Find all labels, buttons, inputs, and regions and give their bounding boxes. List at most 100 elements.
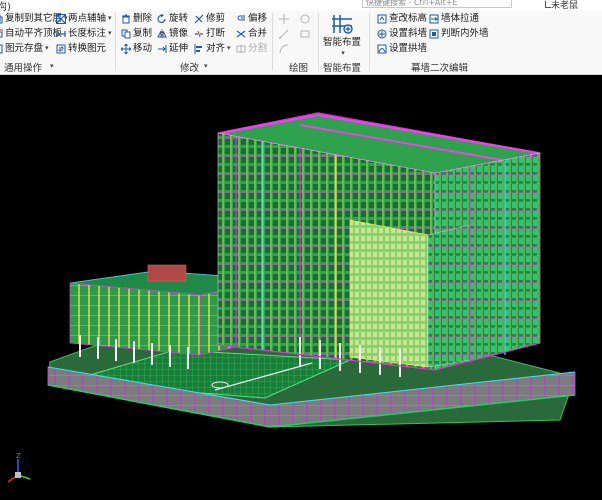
align-icon xyxy=(194,43,202,54)
point-draw-icon[interactable] xyxy=(279,14,289,24)
ribbon-toolbar: 复制到其它层 ▾ 两点辅轴 ▾ 自动平齐顶板 长度标注 ▾ 图元存盘 ▾ 转换图… xyxy=(0,11,602,75)
mirror-label: 镜像 xyxy=(169,28,189,39)
length-dimension-button[interactable]: 长度标注 ▾ xyxy=(56,27,112,40)
trim-label: 修剪 xyxy=(206,13,226,24)
building-3d-model: Z xyxy=(7,112,576,483)
wall-stretch-label: 墙体拉通 xyxy=(441,13,480,24)
group-label-draw: 绘图 xyxy=(289,63,309,74)
save-element-button[interactable]: 图元存盘 ▾ xyxy=(0,42,49,55)
chevron-down-icon: ▾ xyxy=(108,29,112,37)
offset-button[interactable]: 偏移 xyxy=(236,12,267,25)
set-sloped-wall-button[interactable]: 设置斜墙 xyxy=(377,27,427,40)
delete-icon xyxy=(122,14,130,23)
set-arch-wall-button[interactable]: 设置拱墙 xyxy=(377,42,427,55)
user-name[interactable]: 未老鼠 xyxy=(551,0,578,11)
group-expand-icon[interactable]: ▾ xyxy=(204,62,208,70)
move-icon xyxy=(121,43,131,54)
copy-layer-icon xyxy=(0,14,3,23)
convert-element-button[interactable]: 转换图元 xyxy=(56,42,106,55)
atrium-face xyxy=(349,219,429,368)
extend-button[interactable]: 延伸 xyxy=(157,42,188,55)
group-label-modify: 修改 xyxy=(180,63,200,74)
split-button[interactable]: 分割 xyxy=(236,42,267,55)
break-button[interactable]: 打断 xyxy=(194,27,225,40)
trim-button[interactable]: 修剪 xyxy=(194,12,225,25)
check-elevation-label: 查改标高 xyxy=(389,13,428,24)
group-expand-icon[interactable]: ▾ xyxy=(50,62,54,70)
merge-icon xyxy=(236,30,246,37)
arch-wall-icon xyxy=(377,44,387,53)
chevron-down-icon: ▾ xyxy=(341,49,345,57)
extend-label: 延伸 xyxy=(169,43,189,54)
axis-triad-icon: Z xyxy=(7,452,31,483)
copy-to-other-floor-label: 复制到其它层 xyxy=(5,13,63,24)
two-point-axis-label: 两点辅轴 xyxy=(68,13,107,24)
save-element-label: 图元存盘 xyxy=(5,43,44,54)
move-button[interactable]: 移动 xyxy=(121,42,152,55)
merge-button[interactable]: 合并 xyxy=(236,27,267,40)
copy-icon xyxy=(121,29,131,38)
sloped-wall-icon xyxy=(377,29,387,38)
mirror-icon xyxy=(157,28,167,39)
break-icon xyxy=(195,30,203,37)
group-divider xyxy=(318,13,319,71)
wall-stretch-icon xyxy=(429,14,439,23)
smart-layout-button[interactable]: 智能布置 ▾ xyxy=(323,12,361,58)
set-sloped-wall-label: 设置斜墙 xyxy=(389,28,428,39)
chevron-down-icon: ▾ xyxy=(108,14,112,22)
title-bar: 沟) 快捷键搜索 - Ctrl+Alt+E 未老鼠 xyxy=(0,0,602,13)
check-elevation-button[interactable]: 查改标高 xyxy=(377,12,427,25)
dimension-icon xyxy=(56,30,66,37)
arc-draw-icon[interactable] xyxy=(279,44,289,54)
smart-layout-label: 智能布置 xyxy=(323,37,362,48)
shortcut-search-input[interactable]: 快捷键搜索 - Ctrl+Alt+E xyxy=(362,0,512,8)
rect-draw-icon[interactable] xyxy=(300,29,310,39)
align-button[interactable]: 对齐 ▾ xyxy=(194,42,231,55)
rotate-button[interactable]: 旋转 xyxy=(157,12,188,25)
align-top-icon xyxy=(0,29,3,37)
trim-icon xyxy=(194,14,204,23)
smart-layout-icon xyxy=(332,15,353,34)
mirror-button[interactable]: 镜像 xyxy=(157,27,188,40)
convert-icon xyxy=(56,44,66,53)
copy-button[interactable]: 复制 xyxy=(121,27,152,40)
wall-stretch-button[interactable]: 墙体拉通 xyxy=(429,12,479,25)
line-draw-icon[interactable] xyxy=(279,29,289,39)
delete-label: 删除 xyxy=(133,13,153,24)
auto-align-slab-label: 自动平齐顶板 xyxy=(5,28,63,39)
delete-button[interactable]: 删除 xyxy=(121,12,152,25)
move-label: 移动 xyxy=(133,43,153,54)
axis-z-label: Z xyxy=(16,452,21,460)
offset-label: 偏移 xyxy=(248,13,268,24)
group-label-curtain: 幕墙二次编辑 xyxy=(411,63,469,74)
align-label: 对齐 xyxy=(206,43,226,54)
set-arch-wall-label: 设置拱墙 xyxy=(389,43,428,54)
axis-icon xyxy=(56,13,66,24)
chevron-down-icon: ▾ xyxy=(45,44,49,52)
rotate-label: 旋转 xyxy=(169,13,189,24)
group-divider xyxy=(115,13,116,71)
circle-draw-icon[interactable] xyxy=(300,14,310,24)
elevation-icon xyxy=(377,14,387,23)
group-label-smart: 智能布置 xyxy=(323,63,362,74)
auto-align-slab-button[interactable]: 自动平齐顶板 xyxy=(0,27,62,40)
judge-inner-outer-wall-label: 判断内外墙 xyxy=(441,28,489,39)
copy-label: 复制 xyxy=(133,28,153,39)
3d-viewport[interactable]: Z xyxy=(0,75,602,500)
length-dimension-label: 长度标注 xyxy=(68,28,107,39)
atrium-side xyxy=(427,224,471,368)
two-point-axis-button[interactable]: 两点辅轴 ▾ xyxy=(56,12,112,25)
judge-inner-outer-wall-button[interactable]: 判断内外墙 xyxy=(429,27,489,40)
split-icon xyxy=(236,44,246,53)
inner-outer-icon xyxy=(429,29,439,38)
podium-rooftop-block xyxy=(147,264,187,282)
group-divider xyxy=(272,13,273,71)
convert-element-label: 转换图元 xyxy=(68,43,107,54)
chevron-down-icon: ▾ xyxy=(227,44,231,52)
split-label: 分割 xyxy=(248,43,268,54)
extend-icon xyxy=(158,44,167,53)
offset-icon xyxy=(237,14,245,21)
rotate-icon xyxy=(157,13,166,23)
save-element-icon xyxy=(0,44,3,53)
break-label: 打断 xyxy=(206,28,226,39)
